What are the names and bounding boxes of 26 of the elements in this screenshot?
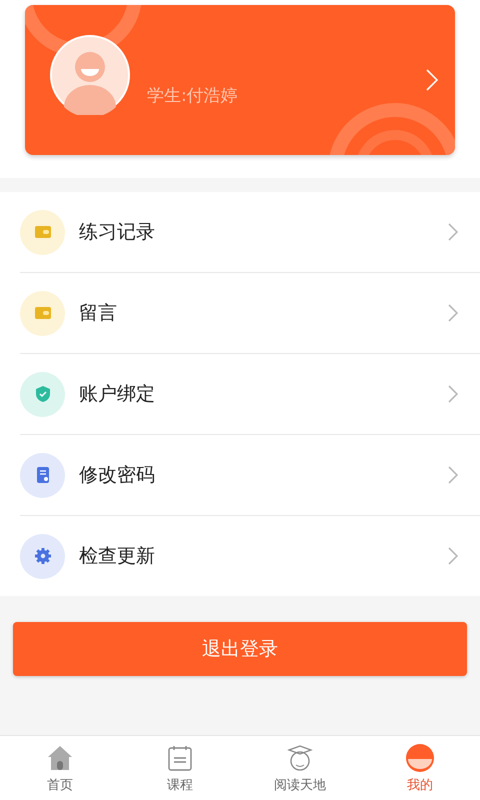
menu-item[interactable]: 账户绑定 — [20, 354, 480, 435]
avatar-icon — [405, 742, 435, 772]
avatar-icon — [50, 35, 130, 115]
student-icon — [285, 742, 315, 772]
settings-icon — [32, 546, 52, 566]
logout-button[interactable]: 退出登录 — [13, 622, 467, 676]
menu-item[interactable]: 练习记录 — [20, 192, 480, 273]
menu-item[interactable]: 留言 — [20, 273, 480, 354]
menu-label: 修改密码 — [79, 463, 156, 488]
menu-label: 留言 — [79, 301, 118, 326]
student-name: 学生:付浩婷 — [147, 84, 239, 106]
chevron-right-icon — [426, 69, 438, 91]
tab[interactable]: 阅读天地 — [240, 736, 360, 800]
chevron-right-icon — [448, 547, 458, 565]
tab[interactable]: 我的 — [360, 736, 480, 800]
menu-item[interactable]: 检查更新 — [20, 516, 480, 596]
menu-label: 检查更新 — [79, 544, 156, 569]
tab[interactable]: 课程 — [120, 736, 240, 800]
chevron-right-icon — [448, 304, 458, 322]
menu-label: 账户绑定 — [79, 382, 156, 407]
menu-label: 练习记录 — [79, 220, 156, 245]
chevron-right-icon — [448, 466, 458, 484]
chevron-right-icon — [448, 223, 458, 241]
tab[interactable]: 首页 — [0, 736, 120, 800]
chevron-right-icon — [448, 385, 458, 403]
menu-item[interactable]: 修改密码 — [20, 435, 480, 516]
